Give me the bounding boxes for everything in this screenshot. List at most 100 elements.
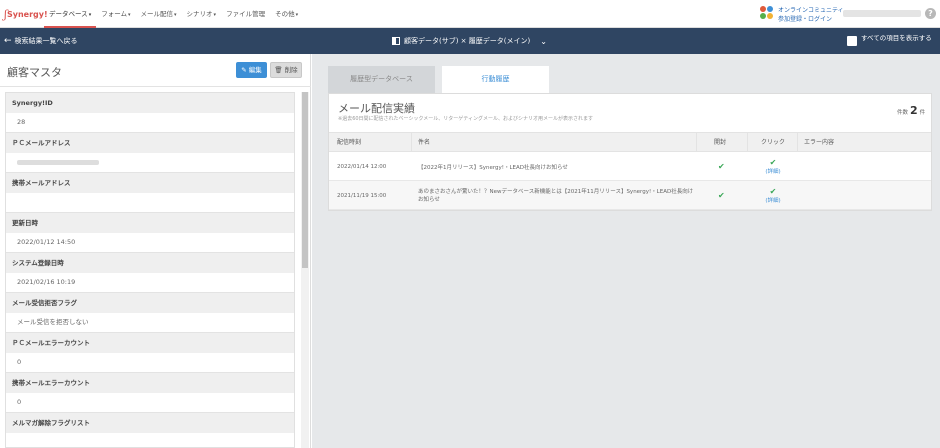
column-divider [696, 133, 697, 151]
menu-label: その他 [275, 10, 295, 18]
field-pc-email: ＰＣメールアドレス [6, 133, 294, 173]
field-value [6, 153, 294, 172]
column-header-open[interactable]: 開封 [709, 133, 749, 153]
customer-master-panel: 顧客マスタ ✎ 編集 🗑 削除 Synergy!ID 28 ＰＣメールアドレス … [0, 54, 311, 448]
show-all-checkbox[interactable] [847, 36, 857, 46]
field-value: 0 [6, 353, 294, 372]
community-title: オンラインコミュニティ [778, 7, 844, 14]
menu-item-database[interactable]: データベース▾ [44, 0, 97, 28]
column-header-error[interactable]: エラー内容 [799, 133, 859, 153]
back-to-results-link[interactable]: ← 検索結果一覧へ戻る [4, 36, 78, 46]
redacted-value [17, 159, 99, 165]
chevron-down-icon: ▾ [174, 12, 177, 18]
field-label: ＰＣメールアドレス [6, 133, 294, 153]
panel-icon [392, 37, 400, 45]
click-detail-link[interactable]: (詳細) [765, 196, 780, 204]
click-detail-link[interactable]: (詳細) [765, 167, 780, 175]
field-registered-at: システム登録日時 2021/02/16 10:19 [6, 253, 294, 293]
cell-subject: 【2022年1月リリース】Synergy!・LEAD社長向けお知らせ [418, 164, 568, 171]
field-value: 28 [6, 113, 294, 132]
field-label: システム登録日時 [6, 253, 294, 273]
logo-text: Synergy! [7, 9, 48, 19]
database-selector[interactable]: 顧客データ(サブ) × 履歴データ(メイン) ⌄ [392, 36, 547, 46]
table-row[interactable]: 2022/01/14 12:00 【2022年1月リリース】Synergy!・L… [329, 152, 931, 181]
column-header-subject[interactable]: 件名 [413, 133, 693, 153]
field-value [6, 433, 294, 447]
cell-subject: あのまさおさんが驚いた！？Newデータベース新機能とは【2021年11月リリース… [418, 188, 694, 203]
delete-label: 削除 [284, 66, 298, 74]
mail-delivery-card: メール配信実績 ※過去60日間に配信されたベーシックメール、リターゲティングメー… [328, 93, 932, 211]
main-menu: データベース▾ フォーム▾ メール配信▾ シナリオ▾ ファイル管理 その他▾ [44, 0, 303, 28]
check-icon: ✔ [718, 191, 725, 200]
synergy-logo[interactable]: ʃ Synergy! [4, 8, 48, 21]
cell-open: ✔ [713, 152, 743, 181]
panel-title: 顧客マスタ [7, 66, 62, 79]
pencil-icon: ✎ [241, 66, 247, 74]
user-menu[interactable] [843, 10, 921, 17]
chevron-down-icon: ▾ [88, 12, 92, 18]
count-prefix: 件数 [897, 110, 909, 116]
back-label: 検索結果一覧へ戻る [14, 37, 78, 45]
field-label: 携帯メールアドレス [6, 173, 294, 193]
column-header-time[interactable]: 配信時刻 [332, 133, 408, 153]
column-divider [747, 133, 748, 151]
field-list[interactable]: Synergy!ID 28 ＰＣメールアドレス 携帯メールアドレス 更新日時 2… [5, 92, 295, 448]
cell-error [799, 152, 859, 181]
database-selector-label: 顧客データ(サブ) × 履歴データ(メイン) [404, 37, 531, 45]
menu-item-files[interactable]: ファイル管理 [221, 0, 270, 28]
scrollbar-thumb[interactable] [302, 92, 308, 268]
community-icon [760, 6, 774, 20]
field-label: 携帯メールエラーカウント [6, 373, 294, 393]
field-updated-at: 更新日時 2022/01/12 14:50 [6, 213, 294, 253]
field-label: ＰＣメールエラーカウント [6, 333, 294, 353]
field-value: 0 [6, 393, 294, 412]
chevron-down-icon: ▾ [213, 12, 217, 18]
check-icon: ✔ [769, 158, 777, 167]
field-label: 更新日時 [6, 213, 294, 233]
community-login[interactable]: 参加登録・ログイン [778, 14, 832, 23]
menu-item-form[interactable]: フォーム▾ [96, 0, 135, 28]
menu-label: シナリオ [186, 10, 213, 18]
cell-click: ✔ (詳細) [749, 152, 797, 181]
field-value: 2021/02/16 10:19 [6, 273, 294, 292]
field-label: メルマガ解除フラグリスト [6, 413, 294, 433]
field-value: メール受信を拒否しない [6, 313, 294, 332]
menu-item-other[interactable]: その他▾ [270, 0, 303, 28]
check-icon: ✔ [769, 187, 777, 196]
table-row[interactable]: 2021/11/19 15:00 あのまさおさんが驚いた！？Newデータベース新… [329, 181, 931, 210]
chevron-down-icon: ▾ [128, 12, 131, 18]
column-divider [797, 133, 798, 151]
field-mobile-error-count: 携帯メールエラーカウント 0 [6, 373, 294, 413]
menu-label: メール配信 [140, 10, 174, 18]
chevron-down-icon: ▾ [295, 12, 299, 18]
arrow-left-icon: ← [4, 35, 12, 46]
edit-label: 編集 [248, 66, 262, 74]
field-mail-reject-flag: メール受信拒否フラグ メール受信を拒否しない [6, 293, 294, 333]
history-area: 履歴型データベース 行動履歴 メール配信実績 ※過去60日間に配信されたベーシッ… [312, 54, 940, 448]
menu-label: ファイル管理 [226, 10, 266, 18]
show-all-toggle[interactable]: すべての項目を表示する [847, 34, 937, 46]
chevron-down-icon: ⌄ [540, 36, 547, 46]
show-all-label: すべての項目を表示する [861, 34, 932, 42]
sub-header: ← 検索結果一覧へ戻る 顧客データ(サブ) × 履歴データ(メイン) ⌄ すべて… [0, 28, 940, 54]
menu-item-scenario[interactable]: シナリオ▾ [182, 0, 222, 28]
menu-item-mail[interactable]: メール配信▾ [136, 0, 182, 28]
delete-button[interactable]: 🗑 削除 [270, 62, 302, 78]
top-nav: ʃ Synergy! データベース▾ フォーム▾ メール配信▾ シナリオ▾ ファ… [0, 0, 940, 28]
cell-click: ✔ (詳細) [749, 181, 797, 210]
help-icon[interactable]: ? [925, 8, 936, 19]
field-mobile-email: 携帯メールアドレス [6, 173, 294, 213]
tab-activity-history[interactable]: 行動履歴 [442, 66, 549, 93]
card-title: メール配信実績 [338, 102, 415, 115]
edit-button[interactable]: ✎ 編集 [236, 62, 267, 78]
field-pc-error-count: ＰＣメールエラーカウント 0 [6, 333, 294, 373]
table-header: 配信時刻 件名 開封 クリック エラー内容 [329, 132, 931, 152]
tab-history-database[interactable]: 履歴型データベース [328, 66, 435, 93]
cell-time: 2022/01/14 12:00 [337, 163, 387, 170]
count-value: 2 [910, 104, 918, 117]
field-value: 2022/01/12 14:50 [6, 233, 294, 252]
cell-error [799, 181, 859, 210]
column-header-click[interactable]: クリック [756, 133, 796, 153]
cell-time: 2021/11/19 15:00 [337, 192, 387, 199]
count-suffix: 件 [919, 110, 926, 116]
